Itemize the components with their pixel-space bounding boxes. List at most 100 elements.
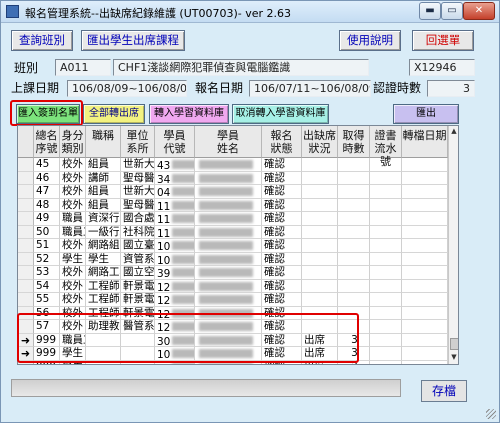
table-row[interactable]: 53 校外網路工程國立空39 確認 (18, 266, 448, 280)
cell-no[interactable]: 48 (34, 198, 60, 212)
table-row[interactable]: 46 校外 講師 聖母醫 34 確認 (18, 171, 448, 185)
cell-unit[interactable]: 聖母醫 (121, 171, 155, 185)
cell-unit[interactable]: 軒景電 (121, 279, 155, 293)
cell-date[interactable] (402, 266, 448, 280)
cell-id[interactable]: 04 (155, 185, 195, 199)
cell-cert[interactable] (370, 158, 402, 172)
cell-attend[interactable] (302, 212, 338, 226)
cell-title[interactable]: 資深行政 (86, 212, 121, 226)
cell-attend[interactable] (302, 171, 338, 185)
cell-type[interactable]: 校外 (60, 279, 86, 293)
cell-cert[interactable] (370, 212, 402, 226)
cell-name[interactable] (195, 266, 262, 280)
cell-title[interactable]: 組員 (86, 198, 121, 212)
table-row[interactable]: 51 校外 網路組 國立臺 10 確認 (18, 239, 448, 253)
cell-type[interactable]: 校外 (60, 293, 86, 307)
cell-type[interactable]: 校外 (60, 158, 86, 172)
cell-no[interactable]: 49 (34, 212, 60, 226)
cell-type[interactable]: 校外 (60, 198, 86, 212)
cell-unit[interactable]: 聖母醫 (121, 198, 155, 212)
cell-hours[interactable] (338, 198, 370, 212)
cell-title[interactable]: 工程師 (86, 293, 121, 307)
minimize-button[interactable]: ▬ (419, 2, 441, 20)
table-row[interactable]: 55 校外 工程師 軒景電 12 確認 (18, 293, 448, 307)
cell-no[interactable]: 50 (34, 225, 60, 239)
row-indicator[interactable] (18, 158, 34, 172)
cell-attend[interactable] (302, 279, 338, 293)
cell-date[interactable] (402, 320, 448, 334)
cell-date[interactable] (402, 360, 448, 364)
cell-unit[interactable]: 世新大 (121, 185, 155, 199)
cell-date[interactable] (402, 198, 448, 212)
cell-status[interactable]: 確認 (262, 158, 302, 172)
cell-status[interactable]: 確認 (262, 198, 302, 212)
header-col[interactable]: 轉檔日期 (402, 126, 448, 158)
header-col[interactable]: 總名 序號 (34, 126, 60, 158)
cell-date[interactable] (402, 293, 448, 307)
cell-type[interactable]: 校外 (60, 171, 86, 185)
cell-name[interactable] (195, 293, 262, 307)
scroll-down-icon[interactable]: ▼ (449, 352, 458, 363)
table-row[interactable]: 50 職員工一級行政社科院11 確認 (18, 225, 448, 239)
cell-cert[interactable] (370, 171, 402, 185)
header-col[interactable]: 取得 時數 (338, 126, 370, 158)
cell-attend[interactable] (302, 239, 338, 253)
cell-unit[interactable]: 軒景電 (121, 293, 155, 307)
class-id-field[interactable]: X12946 (409, 59, 475, 76)
cell-unit[interactable]: 社科院 (121, 225, 155, 239)
cell-unit[interactable]: 國立空 (121, 266, 155, 280)
cell-unit[interactable]: 國立臺 (121, 239, 155, 253)
cell-id[interactable]: 10 (155, 239, 195, 253)
cell-name[interactable] (195, 225, 262, 239)
all-attend-button[interactable]: 全部轉出席 (83, 104, 145, 124)
cell-no[interactable]: 51 (34, 239, 60, 253)
cell-id[interactable]: 39 (155, 266, 195, 280)
cell-id[interactable]: 34 (155, 171, 195, 185)
cell-name[interactable] (195, 279, 262, 293)
cell-no[interactable]: 54 (34, 279, 60, 293)
cell-type[interactable]: 校外 (60, 185, 86, 199)
cell-hours[interactable] (338, 252, 370, 266)
header-col[interactable]: 身分 類別 (60, 126, 86, 158)
cell-cert[interactable] (370, 266, 402, 280)
cell-no[interactable]: 53 (34, 266, 60, 280)
cell-hours[interactable] (338, 185, 370, 199)
cell-cert[interactable] (370, 320, 402, 334)
cell-title[interactable]: 網路工程 (86, 266, 121, 280)
cell-cert[interactable] (370, 347, 402, 361)
cell-cert[interactable] (370, 198, 402, 212)
cell-hours[interactable] (338, 239, 370, 253)
cell-title[interactable]: 組員 (86, 185, 121, 199)
header-col[interactable]: 單位 系所 (121, 126, 155, 158)
row-indicator[interactable] (18, 293, 34, 307)
cell-id[interactable]: 11 (155, 225, 195, 239)
course-dates-field[interactable]: 106/08/09~106/08/09 (67, 80, 187, 97)
resize-grip[interactable] (486, 409, 496, 419)
cell-date[interactable] (402, 306, 448, 320)
row-indicator[interactable] (18, 266, 34, 280)
row-indicator[interactable] (18, 212, 34, 226)
cell-id[interactable]: 12 (155, 279, 195, 293)
export-button[interactable]: 匯出 (393, 104, 459, 124)
cell-cert[interactable] (370, 239, 402, 253)
cell-id[interactable]: 43 (155, 158, 195, 172)
cell-name[interactable] (195, 185, 262, 199)
cell-attend[interactable] (302, 266, 338, 280)
cell-title[interactable]: 學生 (86, 252, 121, 266)
cell-attend[interactable] (302, 225, 338, 239)
cell-attend[interactable] (302, 158, 338, 172)
header-col[interactable]: 學員 代號 (155, 126, 195, 158)
cancel-learning-db-button[interactable]: 取消轉入學習資料庫 (232, 104, 329, 124)
cell-date[interactable] (402, 185, 448, 199)
cell-status[interactable]: 確認 (262, 293, 302, 307)
cell-hours[interactable] (338, 212, 370, 226)
cell-cert[interactable] (370, 225, 402, 239)
cell-cert[interactable] (370, 252, 402, 266)
cell-type[interactable]: 職員 (60, 212, 86, 226)
cell-date[interactable] (402, 279, 448, 293)
cell-attend[interactable] (302, 293, 338, 307)
cell-attend[interactable] (302, 252, 338, 266)
cell-date[interactable] (402, 225, 448, 239)
cell-status[interactable]: 確認 (262, 266, 302, 280)
back-to-menu-button[interactable]: 回選單 (412, 30, 474, 51)
